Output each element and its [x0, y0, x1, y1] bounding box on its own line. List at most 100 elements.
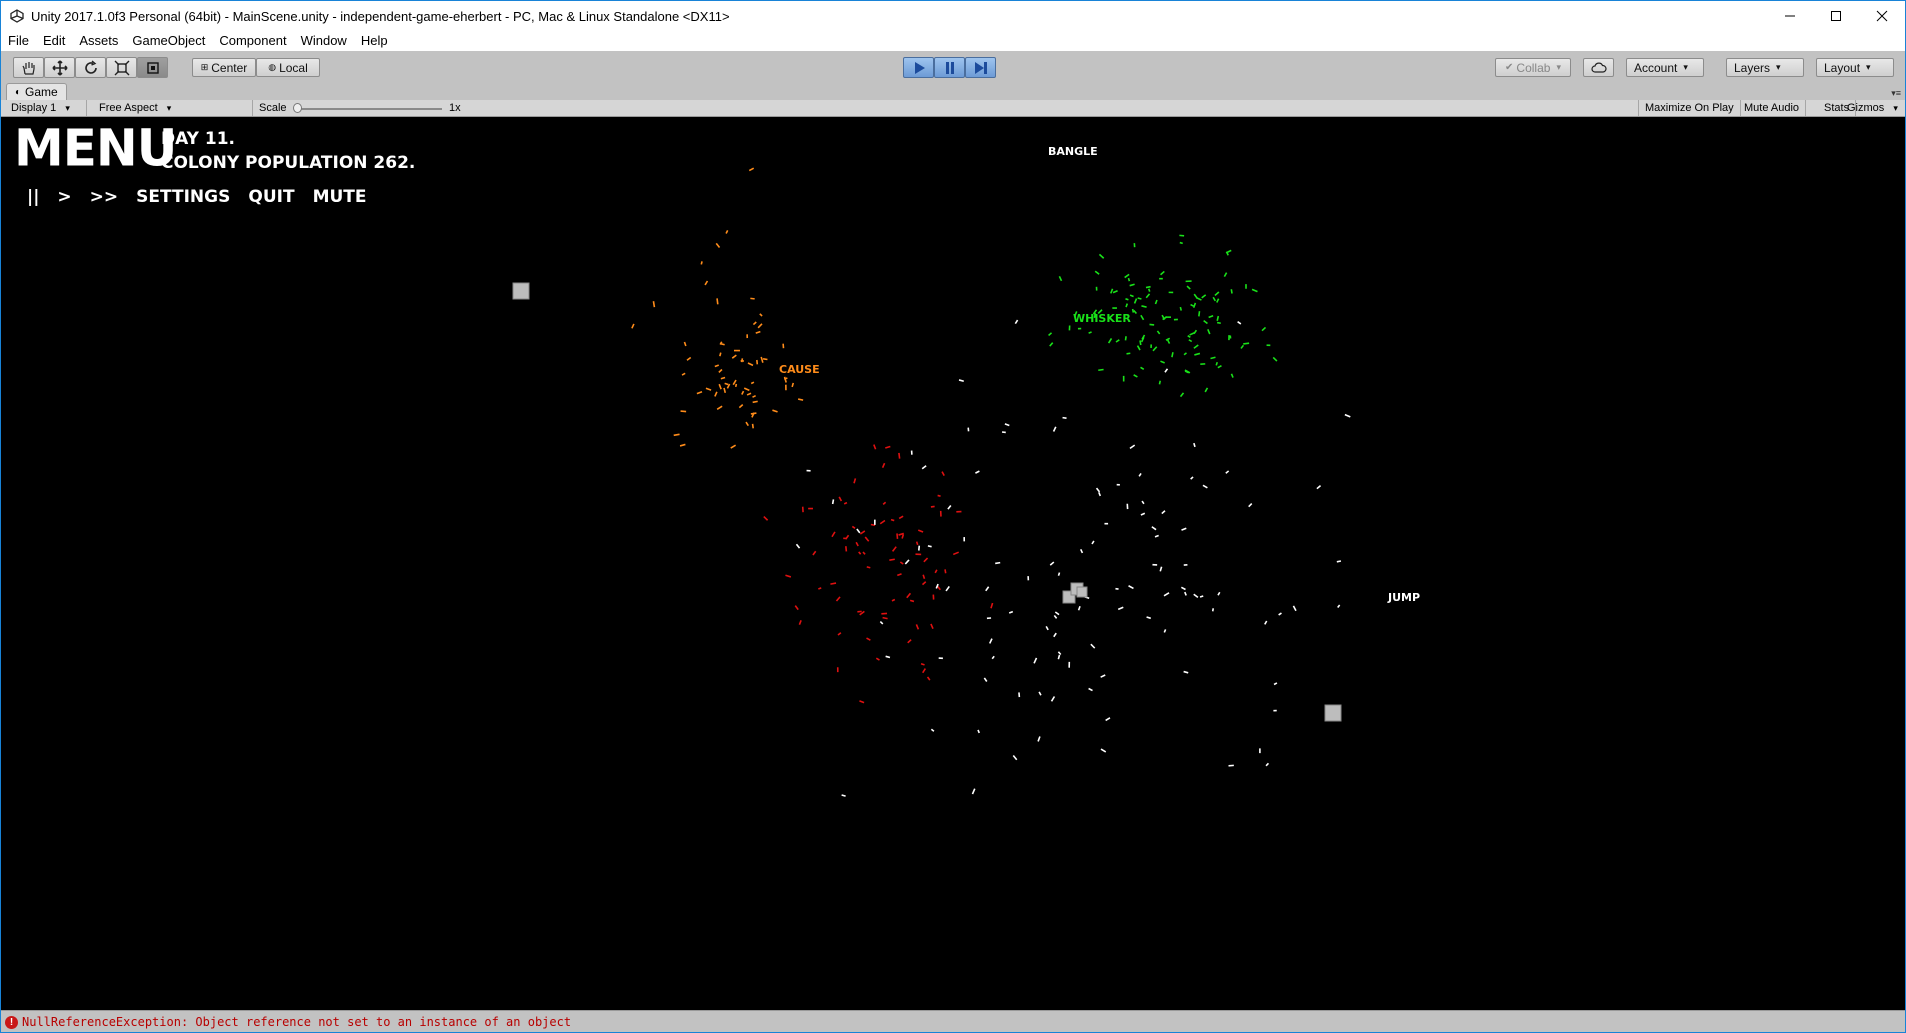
creature [1145, 285, 1151, 289]
close-icon [1876, 10, 1888, 22]
display-dropdown[interactable]: Display 1 [5, 100, 87, 116]
panel-menu-icon[interactable]: ▾≡ [1891, 88, 1901, 99]
gizmos-dropdown[interactable]: Gizmos [1841, 100, 1905, 116]
creature [1165, 337, 1171, 341]
maximize-button[interactable] [1813, 1, 1859, 31]
menu-help[interactable]: Help [354, 31, 395, 51]
aspect-dropdown[interactable]: Free Aspect [93, 100, 253, 116]
collab-dropdown[interactable]: ✔ Collab [1495, 58, 1571, 77]
creature [891, 546, 897, 552]
maximize-on-play-toggle[interactable]: Maximize On Play [1638, 100, 1741, 116]
creature [899, 561, 904, 565]
creature [751, 423, 754, 429]
hud-mute-button[interactable]: MUTE [313, 187, 367, 207]
hud-quit-button[interactable]: QUIT [248, 187, 294, 207]
move-tool-button[interactable] [44, 57, 75, 78]
creature [1008, 610, 1014, 614]
creature [750, 381, 755, 385]
menu-window[interactable]: Window [294, 31, 354, 51]
creature [1049, 561, 1055, 566]
creature [1214, 291, 1220, 297]
food-block [1076, 586, 1088, 598]
pivot-icon: ⊞ [200, 62, 209, 72]
scale-tool-button[interactable] [106, 57, 137, 78]
layout-dropdown[interactable]: Layout [1816, 58, 1894, 77]
menu-component[interactable]: Component [212, 31, 293, 51]
creature [837, 632, 842, 636]
hud-settings-button[interactable]: SETTINGS [136, 187, 230, 207]
creature [988, 638, 993, 644]
scale-slider-thumb[interactable] [293, 103, 302, 113]
game-view[interactable]: MENU DAY 11. COLONY POPULATION 262. || >… [1, 117, 1905, 1010]
creature [1094, 270, 1100, 275]
creature [718, 383, 722, 390]
minimize-button[interactable] [1767, 1, 1813, 31]
creature [1212, 296, 1216, 302]
creature [856, 528, 861, 534]
menu-assets[interactable]: Assets [72, 31, 125, 51]
hand-tool-button[interactable] [13, 57, 44, 78]
creature [1137, 297, 1142, 300]
menu-file[interactable]: File [1, 31, 36, 51]
creature [1278, 612, 1282, 616]
step-button[interactable] [965, 57, 996, 78]
creature [1140, 512, 1146, 516]
creature [845, 546, 848, 552]
creature [794, 605, 799, 611]
move-icon [51, 59, 68, 76]
status-bar[interactable]: ! NullReferenceException: Object referen… [1, 1010, 1905, 1032]
creature [1210, 356, 1216, 360]
creature [898, 452, 901, 459]
hud-pause-button[interactable]: || [27, 187, 39, 207]
rect-tool-button[interactable] [137, 57, 168, 78]
creature [930, 505, 935, 508]
colony-label-whisker: WHISKER [1073, 312, 1131, 325]
hud-menu-button[interactable]: MENU [14, 118, 177, 177]
creature [1077, 605, 1081, 611]
creature [1117, 606, 1124, 611]
mute-audio-toggle[interactable]: Mute Audio [1738, 100, 1807, 116]
creature [1230, 289, 1233, 294]
creature [831, 531, 836, 538]
creature [975, 470, 980, 474]
creature [731, 354, 737, 359]
hud-play-button[interactable]: > [57, 187, 71, 207]
creature [772, 409, 778, 413]
creature [746, 392, 752, 396]
creature [835, 596, 841, 602]
colony-whisker-text: WHISKER [1073, 312, 1131, 325]
creature [1161, 510, 1166, 515]
game-tab[interactable]: ◐ Game [6, 83, 67, 101]
layers-dropdown[interactable]: Layers [1726, 58, 1804, 77]
creature [1171, 352, 1174, 358]
scale-slider-track[interactable] [297, 108, 442, 110]
creature [1151, 526, 1157, 531]
creature [1129, 444, 1136, 450]
creature [898, 515, 904, 520]
creature [652, 301, 656, 308]
account-dropdown[interactable]: Account [1626, 58, 1704, 77]
pause-button[interactable] [934, 57, 965, 78]
close-button[interactable] [1859, 1, 1905, 31]
creature [797, 398, 804, 401]
creature [724, 382, 729, 386]
creature [1202, 484, 1208, 489]
rotate-tool-button[interactable] [75, 57, 106, 78]
creature [917, 529, 924, 533]
layout-label: Layout [1824, 60, 1861, 75]
menu-gameobject[interactable]: GameObject [125, 31, 212, 51]
hud-fast-forward-button[interactable]: >> [90, 187, 119, 207]
creature [1159, 566, 1163, 572]
colony-label-jump: JUMP [1388, 591, 1420, 604]
creature [1272, 356, 1278, 362]
creature [1112, 290, 1118, 294]
play-button[interactable] [903, 57, 934, 78]
pivot-center-button[interactable]: ⊞ Center [192, 58, 256, 77]
menu-edit[interactable]: Edit [36, 31, 72, 51]
creature [719, 352, 722, 357]
pause-icon [945, 61, 954, 74]
pivot-local-button[interactable]: ◍ Local [256, 58, 320, 77]
creature [1193, 344, 1199, 349]
cloud-button[interactable] [1583, 58, 1614, 77]
creature [945, 585, 950, 592]
